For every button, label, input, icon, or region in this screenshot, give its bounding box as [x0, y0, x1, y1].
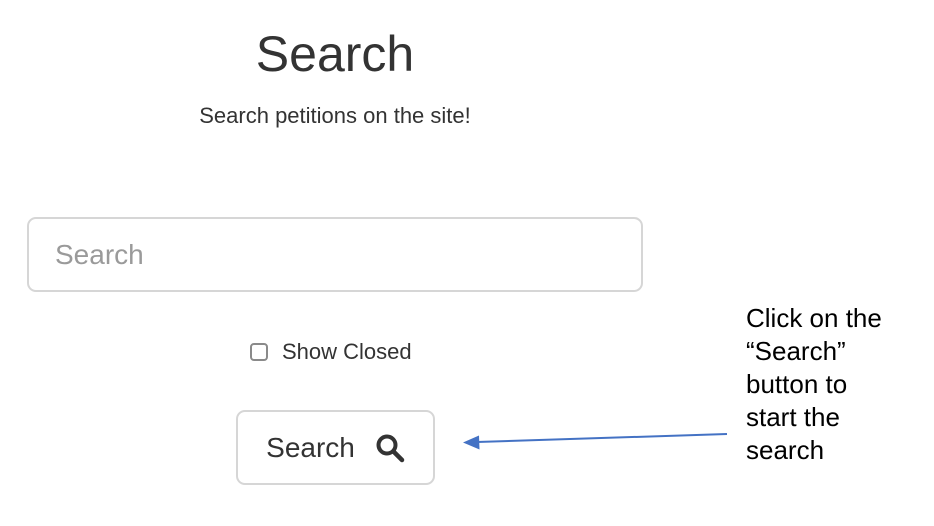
page-title: Search — [255, 26, 415, 82]
search-icon — [376, 434, 405, 462]
search-button[interactable]: Search — [236, 410, 435, 485]
annotation-text: Click on the “Search” button to start th… — [746, 303, 882, 465]
show-closed-filter[interactable]: Show Closed — [250, 337, 412, 367]
annotation-arrow-head — [463, 435, 480, 450]
search-input[interactable] — [27, 217, 643, 292]
show-closed-checkbox[interactable] — [250, 343, 268, 361]
annotation-arrow-line — [476, 433, 728, 443]
show-closed-label[interactable]: Show Closed — [282, 339, 412, 365]
search-button-label: Search — [266, 431, 355, 463]
page-subtitle: Search petitions on the site! — [199, 103, 471, 128]
annotation-arrow — [463, 433, 728, 450]
